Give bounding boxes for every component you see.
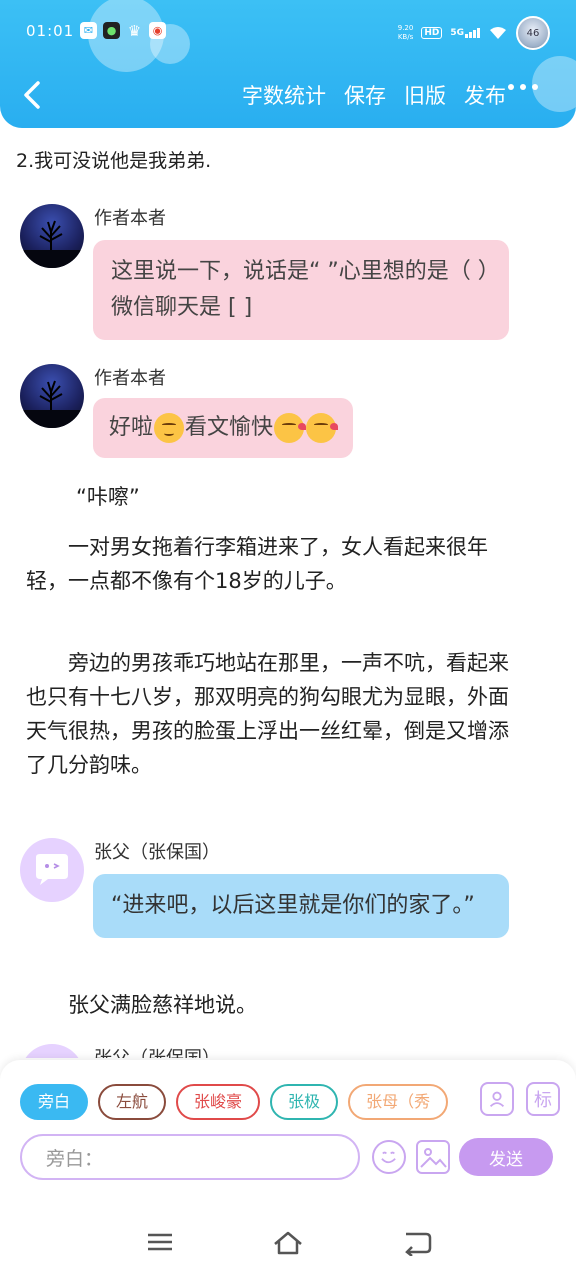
app-icon: ● [103,22,120,39]
back-icon[interactable] [402,1230,432,1260]
avatar [20,204,84,268]
home-icon[interactable] [272,1230,304,1260]
kiss-emoji-icon [306,413,339,443]
speaker-name: 张父（张保国） [94,842,220,863]
narration-paragraph: 旁边的男孩乖巧地站在那里，一声不吭，看起来也只有十七八岁，那双明亮的狗勾眼尤为显… [26,651,509,777]
kiss-emoji-icon [274,413,307,443]
chat-message[interactable]: 作者本者 好啦 看文愉快 [20,364,520,464]
speaker-name: 张父（张保国） [94,1044,220,1058]
message-bubble: 这里说一下，说话是“ ”心里想的是（ ）微信聊天是 [ ] [93,240,509,340]
chevron-left-icon[interactable] [18,78,48,112]
hd-badge: HD [421,27,443,39]
publish-button[interactable]: 发布 [464,80,506,110]
message-input[interactable]: 旁白： [20,1134,360,1180]
weibo-icon: ◉ [149,22,166,39]
old-version-button[interactable]: 旧版 [404,80,446,110]
role-chip[interactable]: 左航 [98,1084,167,1120]
emoji-icon[interactable] [372,1140,406,1174]
save-button[interactable]: 保存 [344,80,386,110]
status-right: 9.20 KB/s HD 5G 46 [398,16,550,50]
word-count-button[interactable]: 字数统计 [242,80,326,110]
message-bubble: “进来吧，以后这里就是你们的家了。” [93,874,509,938]
tree-icon [20,220,84,268]
crown-icon: ♛ [127,21,142,40]
avatar [20,838,84,902]
smile-emoji-icon [154,413,185,443]
top-line: 2.我可没说他是我弟弟. [16,150,212,172]
role-chip[interactable]: 张母（秀 [348,1084,449,1120]
image-icon[interactable] [416,1140,450,1174]
more-dots-icon[interactable] [508,84,538,90]
nav-actions: 字数统计 保存 旧版 发布 [242,80,506,110]
status-time: 01:01 [26,22,75,40]
menu-icon[interactable] [146,1230,174,1258]
speaker-name: 作者本者 [94,368,166,389]
chat-message[interactable]: 作者本者 这里说一下，说话是“ ”心里想的是（ ）微信聊天是 [ ] [20,204,520,340]
speaker-name: 作者本者 [94,208,166,229]
user-avatar[interactable]: 46 [516,16,550,50]
notification-icons: ✉ ● ♛ ◉ [80,21,166,40]
role-chip-narrator[interactable]: 旁白 [20,1084,89,1120]
chat-message[interactable]: 张父（张保国） “进来吧，以后这里就是你们的家了。” [20,838,520,978]
chat-message[interactable]: 张父（张保国） [20,1044,520,1058]
message-icon: ✉ [80,22,97,39]
role-chip[interactable]: 张极 [270,1084,339,1120]
message-bubble: 好啦 看文愉快 [93,398,354,458]
top-header: 01:01 ✉ ● ♛ ◉ 9.20KB/s HD 5G 46 字数统计 保存 [0,0,576,128]
role-chip[interactable]: 张峻豪 [176,1084,261,1120]
status-bar: 01:01 ✉ ● ♛ ◉ 9.20 KB/s HD 5G 46 [0,14,576,50]
composer-panel: 旁白 左航 张峻豪 张极 张母（秀 标 旁白： 发送 [0,1060,576,1212]
system-nav-bar [0,1212,576,1280]
narration-paragraph: 一对男女拖着行李箱进来了，女人看起来很年轻，一点都不像有个18岁的儿子。 [26,535,488,593]
character-icon[interactable] [480,1082,514,1116]
nav-bar: 字数统计 保存 旧版 发布 [0,74,576,118]
send-button[interactable]: 发送 [459,1138,553,1176]
story-content[interactable]: 2.我可没说他是我弟弟. 作者本者 这里说一下，说话是“ ”心里想的是（ ）微信… [0,128,576,1058]
avatar [20,1044,84,1058]
signal-icon: 5G [450,28,480,38]
tree-icon [20,380,84,428]
narration-paragraph: 张父满脸慈祥地说。 [68,993,257,1017]
avatar [20,364,84,428]
role-chips: 旁白 左航 张峻豪 张极 张母（秀 [20,1084,464,1122]
wifi-icon [490,27,506,39]
tag-icon[interactable]: 标 [526,1082,560,1116]
net-speed: 9.20 KB/s [397,24,414,41]
sound-effect: “咔嚓” [76,485,140,509]
chat-bubble-icon [36,854,68,885]
